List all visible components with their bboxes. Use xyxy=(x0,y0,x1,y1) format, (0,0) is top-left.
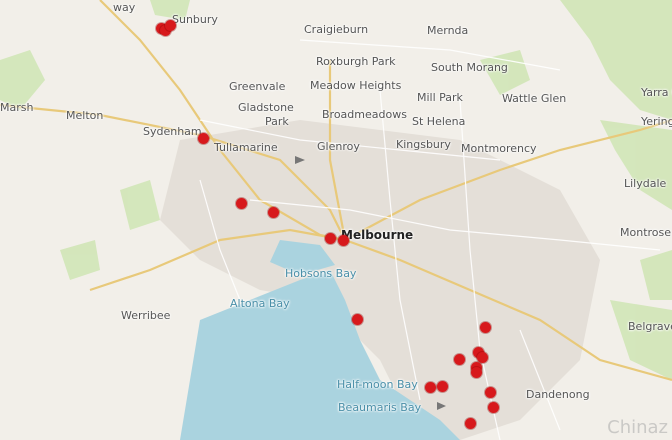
place-label: Gladstone xyxy=(238,101,294,114)
map-marker[interactable] xyxy=(351,313,363,325)
place-label: Meadow Heights xyxy=(310,79,402,92)
place-label: Broadmeadows xyxy=(322,108,407,121)
watermark: Chinaz xyxy=(607,417,668,438)
place-label: Lilydale xyxy=(624,177,667,190)
place-label: Craigieburn xyxy=(304,23,369,36)
map-marker[interactable] xyxy=(464,417,476,429)
place-label: South Morang xyxy=(431,61,508,74)
place-label: St Helena xyxy=(412,115,466,128)
place-label: Melbourne xyxy=(341,228,414,242)
place-label: Park xyxy=(265,115,289,128)
place-label: Sunbury xyxy=(172,13,218,26)
place-label: Marsh xyxy=(0,101,34,114)
map-canvas[interactable]: Sunbury Craigieburn Mernda Roxburgh Park Sou… xyxy=(0,0,672,440)
place-label: way xyxy=(113,1,136,14)
place-label: Greenvale xyxy=(229,80,286,93)
map-marker[interactable] xyxy=(324,232,336,244)
map-marker[interactable] xyxy=(337,234,349,246)
map-marker[interactable] xyxy=(164,19,176,31)
place-label: Werribee xyxy=(121,309,171,322)
place-label: Dandenong xyxy=(526,388,590,401)
map-marker[interactable] xyxy=(235,197,247,209)
place-label: Tullamarine xyxy=(214,141,278,154)
place-label: Montmorency xyxy=(461,142,537,155)
place-label: Roxburgh Park xyxy=(316,55,396,68)
place-label: Mill Park xyxy=(417,91,463,104)
map-marker[interactable] xyxy=(453,353,465,365)
place-label: Glenroy xyxy=(317,140,360,153)
place-label: Altona Bay xyxy=(230,297,290,310)
map-marker[interactable] xyxy=(470,366,482,378)
place-label: Yarra G xyxy=(641,86,672,99)
map-marker[interactable] xyxy=(197,132,209,144)
place-label: Melton xyxy=(66,109,104,122)
place-label: Wattle Glen xyxy=(502,92,567,105)
map-marker[interactable] xyxy=(436,380,448,392)
map-marker[interactable] xyxy=(424,381,436,393)
map-marker[interactable] xyxy=(487,401,499,413)
place-label: Montrose xyxy=(620,226,672,239)
place-label: Sydenham xyxy=(143,125,202,138)
place-label: Belgrave xyxy=(628,320,672,333)
place-label: Beaumaris Bay xyxy=(338,401,422,414)
place-label: Hobsons Bay xyxy=(285,267,357,280)
place-label: Half-moon Bay xyxy=(337,378,418,391)
place-label: Mernda xyxy=(427,24,469,37)
map-marker[interactable] xyxy=(476,351,488,363)
map-marker[interactable] xyxy=(479,321,491,333)
map-marker[interactable] xyxy=(267,206,279,218)
place-label: Kingsbury xyxy=(396,138,451,151)
map-marker[interactable] xyxy=(484,386,496,398)
place-label: Yering xyxy=(641,115,672,128)
